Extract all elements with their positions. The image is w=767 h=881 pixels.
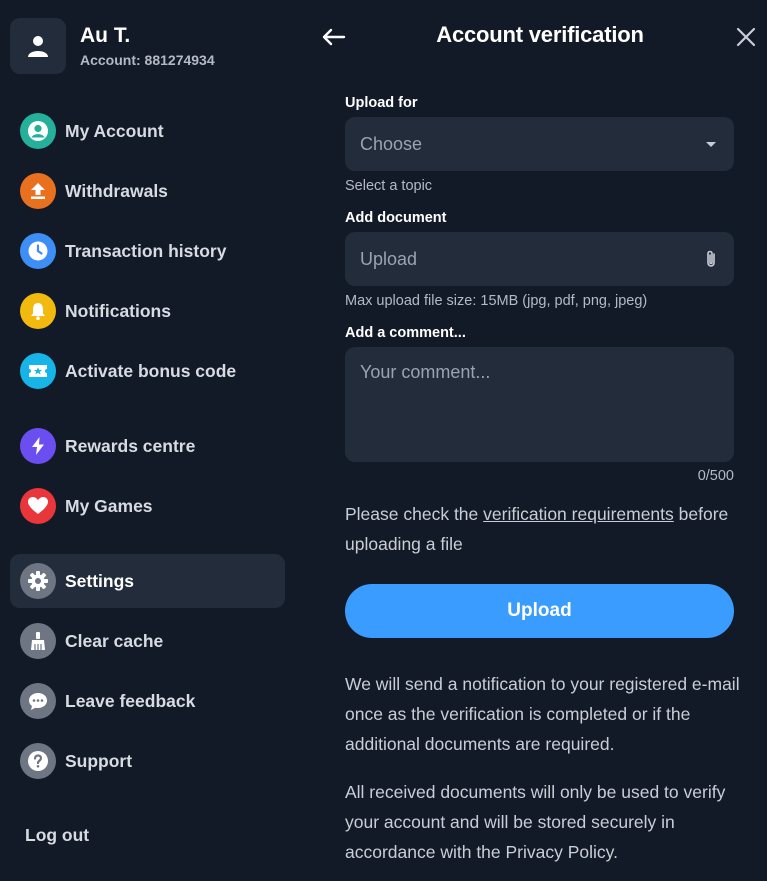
privacy-info-text: All received documents will only be used… (345, 782, 726, 862)
sidebar-item-withdrawals[interactable]: Withdrawals (10, 164, 285, 218)
sidebar: Au T. Account: 881274934 My Account With… (0, 0, 300, 881)
bell-icon (20, 293, 56, 329)
comment-textarea[interactable]: Your comment... (345, 347, 734, 462)
comment-placeholder: Your comment... (360, 362, 491, 382)
question-icon (20, 743, 56, 779)
close-icon[interactable] (733, 24, 759, 50)
sidebar-item-label: My Account (65, 120, 164, 141)
document-upload-field[interactable]: Upload (345, 232, 734, 286)
chat-icon (20, 683, 56, 719)
sidebar-item-support[interactable]: Support (10, 734, 285, 788)
sidebar-item-label: Notifications (65, 300, 171, 321)
avatar[interactable] (10, 18, 66, 74)
back-arrow-icon[interactable] (318, 22, 348, 52)
sidebar-item-my-games[interactable]: My Games (10, 479, 285, 533)
notification-info-text: We will send a notification to your regi… (345, 674, 740, 754)
upload-for-select[interactable]: Choose (345, 117, 734, 171)
clock-icon (20, 233, 56, 269)
caret-down-icon (706, 142, 716, 147)
comment-label: Add a comment... (345, 325, 466, 341)
verification-check-text: Please check the verification requiremen… (345, 504, 729, 554)
sidebar-item-rewards-centre[interactable]: Rewards centre (10, 419, 285, 473)
sidebar-item-label: Activate bonus code (65, 360, 237, 381)
document-upload-value: Upload (360, 248, 418, 269)
gear-icon (20, 563, 56, 599)
sidebar-item-transaction-history[interactable]: Transaction history (10, 224, 285, 278)
upload-for-value: Choose (360, 133, 423, 154)
sidebar-item-leave-feedback[interactable]: Leave feedback (10, 674, 285, 728)
lightning-icon (20, 428, 56, 464)
sidebar-item-settings[interactable]: Settings (10, 554, 285, 608)
sidebar-item-label: My Games (65, 495, 153, 516)
comment-counter: 0/500 (697, 468, 734, 484)
upload-arrow-icon (20, 173, 56, 209)
page-title: Account verification (436, 22, 644, 47)
paperclip-icon (707, 250, 715, 267)
sidebar-item-label: Settings (65, 570, 135, 591)
document-size-hint: Max upload file size: 15MB (jpg, pdf, pn… (345, 293, 648, 309)
sidebar-item-label: Transaction history (65, 240, 227, 261)
sidebar-item-clear-cache[interactable]: Clear cache (10, 614, 285, 668)
ticket-icon (20, 353, 56, 389)
heart-icon (20, 488, 56, 524)
add-document-label: Add document (345, 210, 447, 226)
sidebar-item-label: Rewards centre (65, 435, 196, 456)
logout-link[interactable]: Log out (25, 825, 89, 846)
user-icon (28, 36, 48, 57)
profile-name: Au T. (80, 24, 131, 47)
upload-button[interactable]: Upload (345, 584, 734, 638)
sidebar-item-label: Withdrawals (65, 180, 168, 201)
sidebar-item-my-account[interactable]: My Account (10, 104, 285, 158)
broom-icon (20, 623, 56, 659)
upload-for-hint: Select a topic (345, 178, 433, 194)
upload-for-label: Upload for (345, 95, 418, 111)
profile-header: Au T. Account: 881274934 (10, 18, 215, 74)
user-circle-icon (20, 113, 56, 149)
verification-requirements-link[interactable]: verification requirements (483, 504, 674, 524)
sidebar-item-label: Clear cache (65, 630, 164, 651)
sidebar-item-notifications[interactable]: Notifications (10, 284, 285, 338)
sidebar-item-label: Leave feedback (65, 690, 196, 711)
account-number: Account: 881274934 (80, 52, 215, 68)
sidebar-item-label: Support (65, 750, 133, 771)
sidebar-item-activate-bonus-code[interactable]: Activate bonus code (10, 344, 285, 398)
